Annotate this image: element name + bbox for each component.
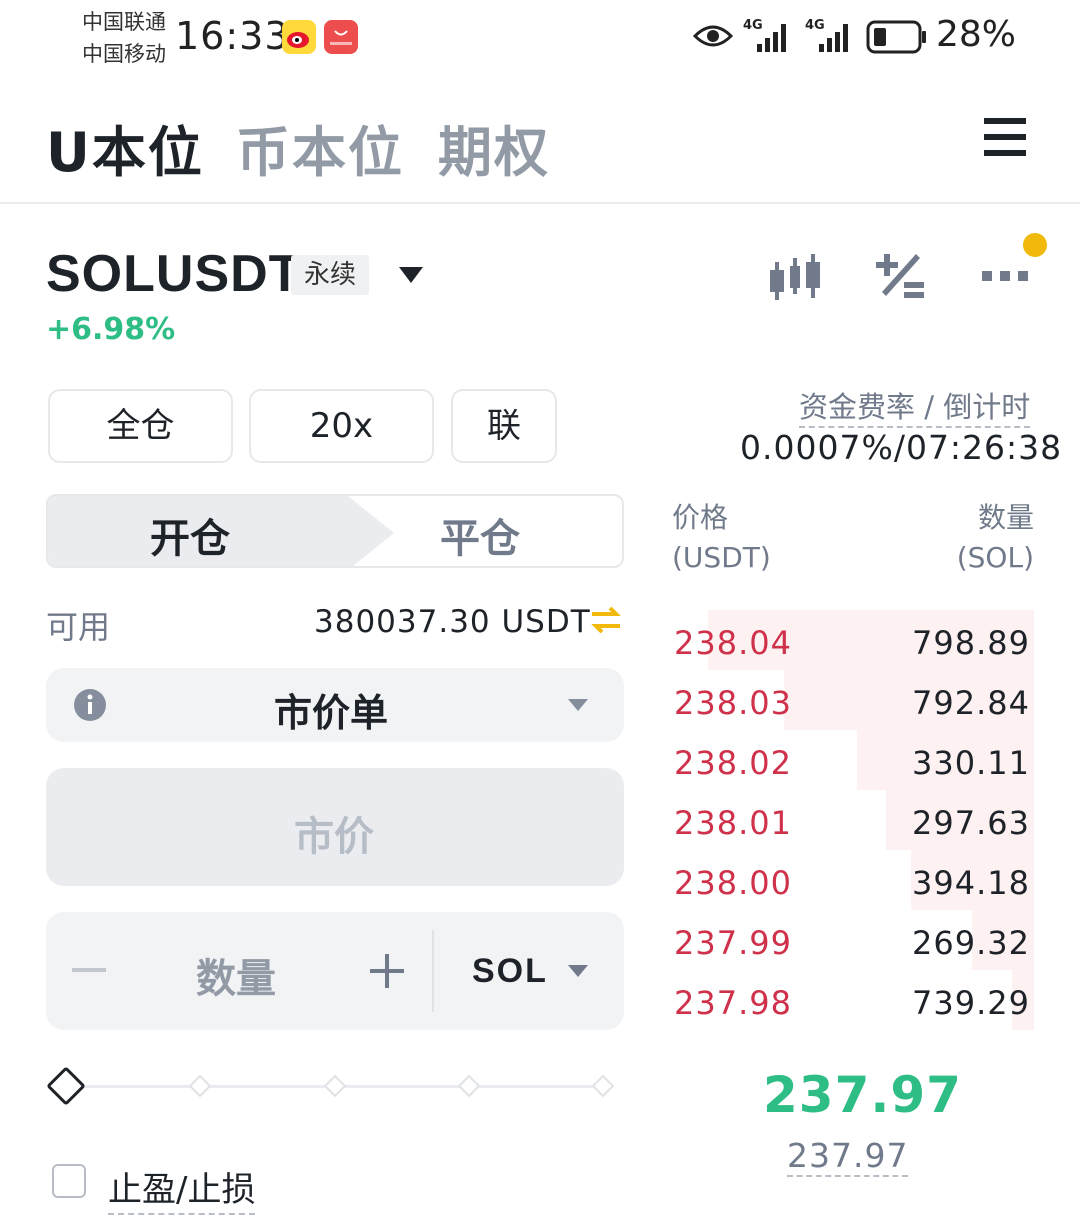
signal-icon-2: 4G [805, 18, 857, 54]
orderbook-price-header: 价格 (USDT) [672, 501, 771, 574]
ask-row[interactable]: 237.99 269.32 [672, 910, 1034, 970]
quantity-placeholder: 数量 [196, 956, 276, 1002]
ask-row[interactable]: 238.03 792.84 [672, 670, 1034, 730]
minus-icon[interactable] [72, 968, 106, 972]
slider-step-75[interactable] [457, 1074, 481, 1098]
asset-mode-button[interactable]: 联 [451, 389, 557, 463]
calculator-icon[interactable] [876, 252, 926, 304]
quantity-input[interactable]: 数量 SOL [46, 912, 624, 1030]
header-divider [0, 202, 1080, 204]
ask-qty: 394.18 [912, 864, 1030, 902]
unit-chevron-down-icon[interactable] [568, 964, 588, 983]
menu-icon[interactable] [984, 116, 1026, 162]
ask-price: 238.03 [674, 684, 792, 722]
open-position-tab[interactable]: 开仓 [150, 506, 230, 564]
ask-price: 238.04 [674, 624, 792, 662]
battery-percent: 28% [936, 14, 1017, 55]
ask-row[interactable]: 238.02 330.11 [672, 730, 1034, 790]
funding-rate-value: 0.0007%/07:26:38 [740, 428, 1063, 467]
transfer-icon[interactable] [590, 604, 622, 640]
slider-step-100[interactable] [591, 1074, 615, 1098]
price-input[interactable]: 市价 [46, 768, 624, 886]
price-change: +6.98% [46, 312, 176, 347]
ask-price: 238.00 [674, 864, 792, 902]
order-type-select[interactable]: 市价单 [46, 668, 624, 742]
ask-qty: 269.32 [912, 924, 1030, 962]
eye-icon [692, 22, 734, 54]
ask-row[interactable]: 238.04 798.89 [672, 610, 1034, 670]
available-label: 可用 [46, 608, 111, 646]
ask-row[interactable]: 238.01 297.63 [672, 790, 1034, 850]
tab-options[interactable]: 期权 [438, 108, 550, 187]
margin-mode-button[interactable]: 全仓 [48, 389, 233, 463]
ask-qty: 739.29 [912, 984, 1030, 1022]
ask-qty: 297.63 [912, 804, 1030, 842]
battery-icon [866, 20, 928, 58]
ask-row[interactable]: 237.98 739.29 [672, 970, 1034, 1030]
available-balance: 380037.30 USDT [314, 604, 591, 640]
symbol-name[interactable]: SOLUSDT [46, 244, 301, 304]
perpetual-tag: 永续 [291, 255, 369, 295]
price-placeholder: 市价 [294, 814, 374, 860]
quantity-unit[interactable]: SOL [472, 952, 548, 991]
ask-qty: 798.89 [912, 624, 1030, 662]
symbol-dropdown-icon[interactable] [398, 266, 424, 288]
ask-qty: 792.84 [912, 684, 1030, 722]
quantity-divider [432, 930, 434, 1012]
notification-dot [1023, 233, 1047, 257]
candlestick-chart-icon[interactable] [768, 252, 822, 304]
slider-handle[interactable] [46, 1066, 86, 1106]
ask-price: 237.99 [674, 924, 792, 962]
info-icon[interactable] [74, 689, 106, 725]
funding-rate-label[interactable]: 资金费率 / 倒计时 [799, 384, 1031, 428]
slider-step-50[interactable] [323, 1074, 347, 1098]
orderbook-qty-header: 数量 (SOL) [956, 501, 1034, 574]
mark-price[interactable]: 237.97 [787, 1136, 909, 1177]
tab-usdt-margined[interactable]: U本位 [46, 108, 204, 187]
tab-coin-margined[interactable]: 币本位 [236, 108, 404, 187]
status-time: 16:33 [175, 14, 290, 58]
ask-price: 237.98 [674, 984, 792, 1022]
leverage-button[interactable]: 20x [249, 389, 434, 463]
order-type-label: 市价单 [274, 691, 389, 735]
last-price[interactable]: 237.97 [763, 1066, 962, 1124]
huawei-appgallery-icon [324, 20, 358, 54]
carrier-2: 中国移动 [82, 42, 166, 66]
carrier-1: 中国联通 [82, 10, 166, 34]
ask-row[interactable]: 238.00 394.18 [672, 850, 1034, 910]
open-close-toggle: 开仓 平仓 [46, 494, 624, 568]
ask-price: 238.01 [674, 804, 792, 842]
signal-icon-1: 4G [743, 18, 795, 54]
close-position-tab[interactable]: 平仓 [440, 506, 520, 564]
slider-step-25[interactable] [188, 1074, 212, 1098]
ask-price: 238.02 [674, 744, 792, 782]
tpsl-checkbox[interactable] [52, 1164, 86, 1198]
ask-qty: 330.11 [912, 744, 1030, 782]
chevron-down-icon [568, 698, 588, 717]
more-icon[interactable] [982, 268, 1030, 287]
plus-icon[interactable] [370, 954, 404, 992]
tpsl-label[interactable]: 止盈/止损 [108, 1162, 256, 1215]
weibo-icon [282, 20, 316, 54]
